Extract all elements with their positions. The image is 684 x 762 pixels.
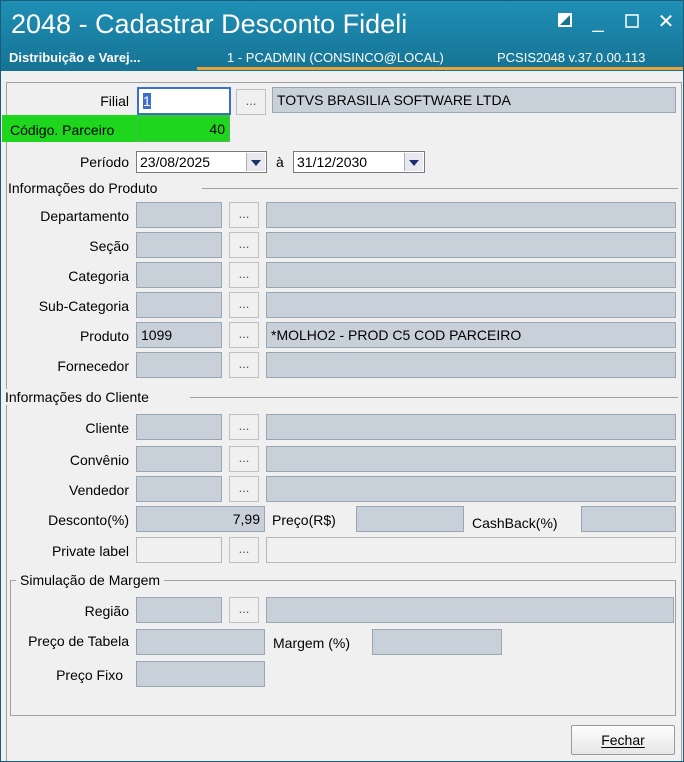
vendedor-description bbox=[266, 476, 676, 502]
vendedor-label: Vendedor bbox=[69, 482, 129, 498]
a-label: à bbox=[276, 154, 284, 170]
regiao-input[interactable] bbox=[136, 597, 222, 623]
vendedor-input[interactable] bbox=[136, 476, 222, 502]
preco-fixo-label: Preço Fixo bbox=[56, 667, 123, 683]
produto-input[interactable]: 1099 bbox=[136, 322, 222, 348]
restore-icon[interactable] bbox=[554, 11, 576, 33]
fornecedor-label: Fornecedor bbox=[57, 358, 129, 374]
minimize-icon[interactable]: _ bbox=[587, 11, 609, 33]
regiao-lookup-button[interactable]: ... bbox=[229, 597, 259, 623]
departamento-lookup-button[interactable]: ... bbox=[229, 202, 259, 228]
subcategoria-description bbox=[266, 292, 676, 318]
produto-description: *MOLHO2 - PROD C5 COD PARCEIRO bbox=[266, 322, 676, 348]
private-label-input[interactable] bbox=[136, 537, 222, 563]
secao-input[interactable] bbox=[136, 232, 222, 258]
departamento-input[interactable] bbox=[136, 202, 222, 228]
fornecedor-input[interactable] bbox=[136, 352, 222, 378]
vendedor-lookup-button[interactable]: ... bbox=[229, 476, 259, 502]
margem-label: Margem (%) bbox=[273, 635, 351, 651]
accent-line bbox=[197, 67, 683, 70]
secao-label: Seção bbox=[89, 238, 129, 254]
chevron-down-icon[interactable] bbox=[404, 153, 423, 171]
codigo-parceiro-input[interactable]: 40 bbox=[136, 116, 230, 142]
filial-input[interactable]: 1 bbox=[137, 87, 231, 115]
cliente-description bbox=[266, 414, 676, 440]
preco-tabela-label: Preço de Tabela bbox=[28, 633, 129, 649]
private-label-description bbox=[266, 537, 676, 563]
close-icon[interactable]: ✕ bbox=[655, 11, 677, 33]
date-to-value: 31/12/2030 bbox=[297, 154, 368, 170]
cliente-lookup-button[interactable]: ... bbox=[229, 414, 259, 440]
desconto-label: Desconto(%) bbox=[48, 512, 129, 528]
subcategoria-input[interactable] bbox=[136, 292, 222, 318]
periodo-label: Período bbox=[79, 154, 129, 170]
user-label: 1 - PCADMIN (CONSINCO@LOCAL) bbox=[227, 50, 444, 65]
maximize-icon[interactable] bbox=[621, 11, 643, 33]
margem-input[interactable] bbox=[372, 629, 502, 655]
section-divider bbox=[190, 397, 678, 398]
date-from-value: 23/08/2025 bbox=[140, 154, 211, 170]
produto-lookup-button[interactable]: ... bbox=[229, 322, 259, 348]
date-from-combo[interactable]: 23/08/2025 bbox=[136, 151, 267, 173]
produto-label: Produto bbox=[79, 328, 129, 344]
fechar-label: Fechar bbox=[601, 732, 645, 748]
status-subbar: Distribuição e Varej... 1 - PCADMIN (CON… bbox=[1, 47, 683, 69]
preco-fixo-input[interactable] bbox=[136, 661, 265, 687]
departamento-label: Departamento bbox=[40, 208, 129, 224]
filial-label: Filial bbox=[100, 93, 129, 109]
filial-description: TOTVS BRASILIA SOFTWARE LTDA bbox=[272, 87, 676, 113]
cliente-input[interactable] bbox=[136, 414, 222, 440]
subcategoria-lookup-button[interactable]: ... bbox=[229, 292, 259, 318]
app-window: 2048 - Cadastrar Desconto Fideli _ ✕ Dis… bbox=[0, 0, 684, 762]
preco-label: Preço(R$) bbox=[272, 512, 336, 528]
company-label: Distribuição e Varej... bbox=[9, 50, 141, 65]
title-bar: 2048 - Cadastrar Desconto Fideli _ ✕ Dis… bbox=[1, 1, 683, 71]
section-divider bbox=[202, 188, 678, 189]
simulacao-section-title: Simulação de Margem bbox=[16, 572, 165, 588]
cliente-label: Cliente bbox=[85, 420, 129, 436]
fornecedor-description bbox=[266, 352, 676, 378]
convenio-input[interactable] bbox=[136, 446, 222, 472]
preco-input[interactable] bbox=[356, 506, 464, 532]
filial-lookup-button[interactable]: ... bbox=[236, 89, 266, 115]
cliente-section-title: Informações do Cliente bbox=[5, 389, 153, 405]
categoria-lookup-button[interactable]: ... bbox=[229, 262, 259, 288]
codigo-parceiro-label: Código. Parceiro bbox=[10, 122, 115, 138]
fornecedor-lookup-button[interactable]: ... bbox=[229, 352, 259, 378]
version-label: PCSIS2048 v.37.0.00.113 bbox=[497, 50, 646, 65]
desconto-input[interactable]: 7,99 bbox=[136, 506, 265, 532]
categoria-description bbox=[266, 262, 676, 288]
fechar-button[interactable]: Fechar bbox=[571, 725, 675, 755]
produto-section-title: Informações do Produto bbox=[8, 180, 162, 196]
convenio-description bbox=[266, 446, 676, 472]
window-title: 2048 - Cadastrar Desconto Fideli bbox=[11, 9, 408, 39]
categoria-input[interactable] bbox=[136, 262, 222, 288]
filial-value: 1 bbox=[143, 93, 151, 109]
cashback-label: CashBack(%) bbox=[472, 515, 558, 531]
private-label-lookup-button[interactable]: ... bbox=[229, 537, 259, 563]
date-to-combo[interactable]: 31/12/2030 bbox=[293, 151, 425, 173]
chevron-down-icon[interactable] bbox=[246, 153, 265, 171]
departamento-description bbox=[266, 202, 676, 228]
regiao-description bbox=[266, 597, 674, 623]
subcategoria-label: Sub-Categoria bbox=[38, 298, 129, 314]
regiao-label: Região bbox=[84, 603, 129, 619]
secao-description bbox=[266, 232, 676, 258]
convenio-lookup-button[interactable]: ... bbox=[229, 446, 259, 472]
form-content: Filial 1 ... TOTVS BRASILIA SOFTWARE LTD… bbox=[2, 71, 682, 761]
convenio-label: Convênio bbox=[69, 452, 129, 468]
preco-tabela-input[interactable] bbox=[136, 629, 265, 655]
private-label-label: Private label bbox=[51, 543, 129, 559]
cashback-input[interactable] bbox=[581, 506, 676, 532]
secao-lookup-button[interactable]: ... bbox=[229, 232, 259, 258]
categoria-label: Categoria bbox=[68, 268, 129, 284]
